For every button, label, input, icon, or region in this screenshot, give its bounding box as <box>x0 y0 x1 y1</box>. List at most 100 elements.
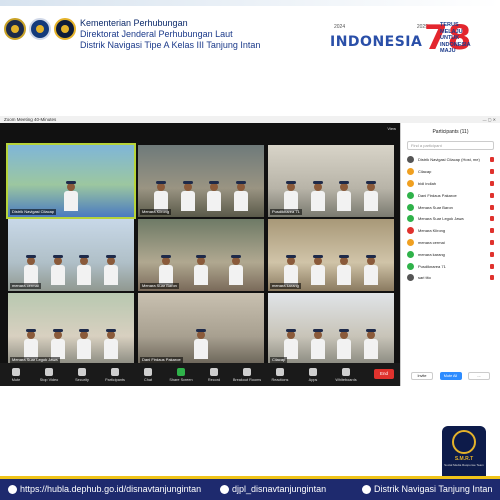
header-stripe <box>0 0 500 6</box>
website-link[interactable]: https://hubla.dephub.go.id/disnavtanjung… <box>8 484 201 494</box>
muted-microphone-icon <box>490 239 494 245</box>
person-figure <box>363 255 378 285</box>
globe-icon <box>8 484 17 494</box>
indonesia-logo: 2024 2029 INDONESIA <box>330 22 428 58</box>
muted-microphone-icon <box>490 216 494 222</box>
participant-row[interactable]: Distrik Navigasi Cilacap (Host, me) <box>401 154 500 166</box>
person-figure <box>284 329 299 359</box>
participant-row[interactable]: Menara Suar Legok Jawa <box>401 213 500 225</box>
tile-name-label: menara cermai <box>10 283 41 289</box>
mute-button[interactable]: Mute <box>4 365 28 385</box>
avatar <box>407 238 414 246</box>
header-logos <box>4 18 76 40</box>
video-tile[interactable]: Menara Suar Baron <box>138 219 264 291</box>
reactions-button[interactable]: Reactions <box>268 365 292 385</box>
whiteboards-button[interactable]: Whiteboards <box>334 365 358 385</box>
window-title: Zoom Meeting 40-Minutes <box>4 117 57 122</box>
video-tile[interactable]: Pusdiknarea 71 <box>268 145 394 217</box>
participant-row[interactable]: menara karang <box>401 248 500 260</box>
participant-name: bidi indiah <box>418 180 437 186</box>
ministry-logo <box>29 18 51 40</box>
person-figure <box>103 255 118 285</box>
website-url: https://hubla.dephub.go.id/disnavtanjung… <box>20 484 202 494</box>
participants-button[interactable]: Participants <box>103 365 127 385</box>
more-options-button[interactable]: ... <box>468 372 490 380</box>
avatar <box>407 215 414 223</box>
view-button[interactable]: View <box>387 126 396 131</box>
video-camera-icon <box>45 367 53 376</box>
participant-name: Menara Klirong <box>418 228 446 234</box>
anniversary-slogan: TERUS MELAJU UNTUK INDONESIA MAJU <box>440 22 471 55</box>
org-line-district: Distrik Navigasi Tipe A Kelas III Tanjun… <box>80 40 261 50</box>
organization-names: Kementerian Perhubungan Direktorat Jende… <box>80 18 260 51</box>
smrt-title: S.M.R.T <box>454 456 474 462</box>
tile-name-label: Distrik Navigasi Cilacap <box>10 209 57 215</box>
security-button[interactable]: Security <box>70 365 94 385</box>
participant-row[interactable]: Pusdiknarea 71 <box>401 260 500 272</box>
person-figure <box>158 255 173 285</box>
video-tile[interactable]: Menara Suar Legok Jawa <box>8 293 134 365</box>
person-figure <box>50 255 65 285</box>
person-figure <box>337 329 352 359</box>
video-tile[interactable]: Distrik Navigasi Cilacap <box>6 143 136 219</box>
footer-bar: https://hubla.dephub.go.id/disnavtanjung… <box>0 476 500 500</box>
participant-row[interactable]: bidi indiah <box>401 178 500 190</box>
participants-in-video <box>148 325 254 359</box>
person-figure <box>337 181 352 211</box>
org-line-ministry: Kementerian Perhubungan <box>80 18 188 28</box>
participants-title: Participants (11) <box>432 129 469 135</box>
participants-panel: Participants (11) Find a participant Dis… <box>400 123 500 386</box>
person-figure <box>310 181 325 211</box>
mute-all-button[interactable]: Mute All <box>439 372 462 380</box>
stop-video-button[interactable]: Stop Video <box>37 365 61 385</box>
person-figure <box>194 329 208 359</box>
smiley-icon <box>276 367 284 376</box>
participant-row[interactable]: sari tito <box>401 272 500 284</box>
participants-in-video <box>278 325 384 359</box>
avatar <box>407 274 414 282</box>
video-tile[interactable]: menara cermai <box>8 219 134 291</box>
chat-icon <box>144 367 152 376</box>
participant-name: sari tito <box>418 275 431 281</box>
participant-actions: Invite Mute All ... <box>411 372 490 380</box>
shield-icon <box>78 367 86 376</box>
video-gallery: View Distrik Navigasi Cilacap Menara Klir… <box>0 123 400 365</box>
end-meeting-button[interactable]: End <box>374 369 394 379</box>
window-titlebar: Zoom Meeting 40-Minutes — ▢ ✕ <box>0 116 500 123</box>
breakout-rooms-icon <box>243 367 251 376</box>
participant-row[interactable]: Menara Klirong <box>401 225 500 237</box>
participants-in-video <box>278 177 384 211</box>
participant-search-input[interactable]: Find a participant <box>407 141 494 150</box>
apps-button[interactable]: Apps <box>301 365 325 385</box>
youtube-channel[interactable]: Distrik Navigasi Tanjung Intan <box>362 484 492 494</box>
video-tile[interactable]: Menara Klirong <box>138 145 264 217</box>
video-tile[interactable]: Cilacap <box>268 293 394 365</box>
person-figure <box>337 255 352 285</box>
person-figure <box>284 255 299 285</box>
breakout-rooms-button[interactable]: Breakout Rooms <box>233 365 261 385</box>
participant-row[interactable]: Cilacap <box>401 166 500 178</box>
slogan-line: MAJU <box>440 48 456 54</box>
participant-name: Distrik Navigasi Cilacap (Host, me) <box>418 157 480 163</box>
record-button[interactable]: Record <box>202 365 226 385</box>
person-figure <box>363 329 378 359</box>
social-handle[interactable]: djpl_disnavtanjungintan <box>220 484 326 494</box>
video-tile[interactable]: Dani Firdaus Pakaroe <box>138 293 264 365</box>
participant-row[interactable]: menara cermai <box>401 237 500 249</box>
smrt-emblem-icon <box>452 430 476 454</box>
muted-microphone-icon <box>490 251 494 257</box>
person-figure <box>310 329 325 359</box>
avatar <box>407 191 414 199</box>
chat-button[interactable]: Chat <box>136 365 160 385</box>
invite-button[interactable]: Invite <box>411 372 433 380</box>
indonesia-wordmark: INDONESIA <box>330 34 423 50</box>
participant-name: menara cermai <box>418 239 445 245</box>
share-screen-button[interactable]: Share Screen <box>169 365 193 385</box>
window-controls[interactable]: — ▢ ✕ <box>483 117 496 122</box>
video-tile[interactable]: menara karang <box>268 219 394 291</box>
muted-microphone-icon <box>490 157 494 163</box>
avatar <box>407 203 414 211</box>
participant-row[interactable]: Menara Suar Baron <box>401 201 500 213</box>
participant-row[interactable]: Dani Firdaus Pakaroe <box>401 189 500 201</box>
participant-name: Pusdiknarea 71 <box>418 263 446 269</box>
